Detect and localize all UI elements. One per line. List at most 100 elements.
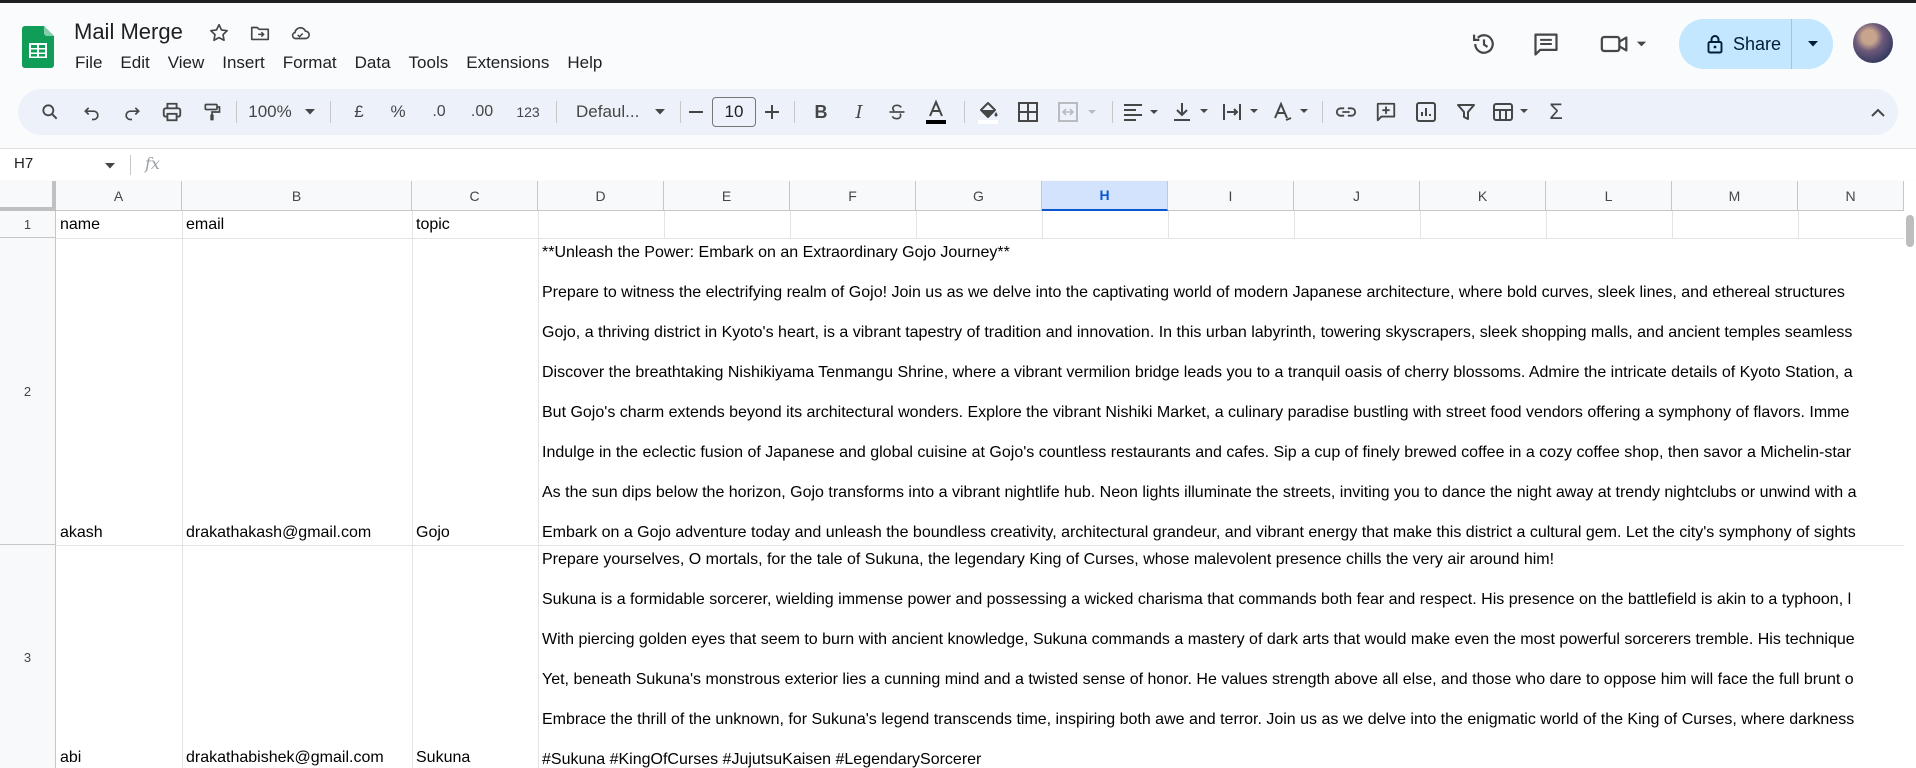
cell-c2[interactable]: Gojo [416, 524, 450, 542]
column-header-d[interactable]: D [538, 181, 664, 211]
bold-icon[interactable]: B [804, 89, 838, 135]
undo-icon[interactable] [74, 89, 110, 135]
increase-decimal-label: .00 [470, 103, 494, 120]
spreadsheet-grid[interactable]: A B C D E F G H I J K L M N 1 2 3 name e… [0, 181, 1916, 768]
more-formats-button[interactable]: 123 [508, 89, 548, 135]
cell-d3-line: Prepare yourselves, O mortals, for the t… [542, 551, 1555, 568]
vertical-scrollbar[interactable] [1906, 215, 1914, 247]
menu-help[interactable]: Help [558, 52, 611, 74]
horizontal-align-icon[interactable] [1118, 89, 1166, 135]
cell-d2-line: **Unleash the Power: Embark on an Extrao… [542, 244, 1010, 261]
row-header-2[interactable]: 2 [0, 238, 56, 545]
hide-menus-chevron-up-icon[interactable] [1860, 89, 1896, 135]
cell-a3[interactable]: abi [60, 749, 81, 767]
borders-icon[interactable] [1010, 89, 1046, 135]
move-folder-icon[interactable] [248, 21, 272, 45]
vertical-align-icon[interactable] [1168, 89, 1216, 135]
select-all-corner[interactable] [0, 181, 56, 211]
menu-file[interactable]: File [66, 52, 111, 74]
fill-color-icon[interactable] [970, 89, 1006, 135]
cloud-saved-icon[interactable] [288, 21, 312, 45]
filter-icon[interactable] [1448, 89, 1484, 135]
text-rotation-icon[interactable] [1268, 89, 1316, 135]
lock-icon [1707, 35, 1723, 54]
menu-extensions[interactable]: Extensions [457, 52, 558, 74]
decrease-decimal-button[interactable]: .0 [422, 89, 456, 135]
zoom-select[interactable]: 100% [240, 89, 300, 135]
app-header: Mail Merge File Edit View Insert Format … [0, 3, 1916, 85]
search-menus-icon[interactable] [32, 89, 68, 135]
column-header-f[interactable]: F [790, 181, 916, 211]
column-header-h[interactable]: H [1042, 181, 1168, 211]
column-header-i[interactable]: I [1168, 181, 1294, 211]
row-header-1[interactable]: 1 [0, 211, 56, 238]
cell-a2[interactable]: akash [60, 524, 103, 542]
menu-tools[interactable]: Tools [400, 52, 458, 74]
star-icon[interactable] [207, 21, 231, 45]
insert-link-icon[interactable] [1328, 89, 1364, 135]
menu-insert[interactable]: Insert [213, 52, 274, 74]
menu-format[interactable]: Format [274, 52, 346, 74]
column-header-g[interactable]: G [916, 181, 1042, 211]
functions-icon[interactable]: Σ [1538, 89, 1574, 135]
text-color-icon[interactable] [918, 89, 954, 135]
cell-c3[interactable]: Sukuna [416, 749, 470, 767]
column-header-n[interactable]: N [1798, 181, 1904, 211]
column-header-e[interactable]: E [664, 181, 790, 211]
column-header-c[interactable]: C [412, 181, 538, 211]
decrease-decimal-label: .0 [432, 103, 446, 120]
column-header-m[interactable]: M [1672, 181, 1798, 211]
cell-d3[interactable]: Prepare yourselves, O mortals, for the t… [538, 550, 1904, 768]
menu-edit[interactable]: Edit [111, 52, 158, 74]
column-header-a[interactable]: A [56, 181, 182, 211]
increase-font-size-icon[interactable] [760, 89, 784, 135]
avatar[interactable] [1853, 23, 1893, 63]
share-label: Share [1733, 33, 1782, 54]
paint-format-icon[interactable] [194, 89, 230, 135]
name-box[interactable]: H7 [14, 155, 33, 172]
cell-b3[interactable]: drakathabishek@gmail.com [186, 749, 384, 767]
menu-view[interactable]: View [159, 52, 214, 74]
sheets-logo-icon[interactable] [22, 26, 54, 68]
meet-video-icon[interactable] [1596, 26, 1652, 62]
italic-icon[interactable]: I [842, 89, 876, 135]
font-size-input[interactable]: 10 [712, 97, 756, 127]
merge-cells-icon[interactable] [1054, 89, 1106, 135]
strikethrough-icon[interactable] [880, 89, 914, 135]
cell-d2[interactable]: **Unleash the Power: Embark on an Extrao… [538, 243, 1904, 543]
share-main-button[interactable]: Share [1679, 19, 1792, 69]
format-percent-button[interactable]: % [383, 89, 413, 135]
text-wrapping-icon[interactable] [1218, 89, 1266, 135]
column-header-b[interactable]: B [182, 181, 412, 211]
formula-bar: H7 fx [0, 148, 1916, 180]
version-history-icon[interactable] [1466, 26, 1502, 62]
font-chevron-down-icon[interactable] [650, 89, 670, 135]
document-title[interactable]: Mail Merge [74, 19, 183, 45]
cell-d3-line: Yet, beneath Sukuna's monstrous exterior… [542, 671, 1854, 688]
cell-b1[interactable]: email [186, 216, 224, 234]
name-box-chevron-down-icon[interactable] [104, 157, 116, 175]
insert-chart-icon[interactable] [1408, 89, 1444, 135]
share-dropdown-button[interactable] [1792, 40, 1833, 48]
decrease-font-size-icon[interactable] [684, 89, 708, 135]
redo-icon[interactable] [114, 89, 150, 135]
column-header-k[interactable]: K [1420, 181, 1546, 211]
filter-views-icon[interactable] [1488, 89, 1536, 135]
column-header-l[interactable]: L [1546, 181, 1672, 211]
format-currency-button[interactable]: £ [344, 89, 374, 135]
comments-icon[interactable] [1528, 26, 1564, 62]
zoom-chevron-down-icon[interactable] [300, 89, 320, 135]
chevron-down-icon [1807, 41, 1818, 47]
increase-decimal-button[interactable]: .00 [462, 89, 502, 135]
print-icon[interactable] [154, 89, 190, 135]
menu-bar: File Edit View Insert Format Data Tools … [66, 52, 611, 74]
share-button[interactable]: Share [1679, 19, 1833, 69]
menu-data[interactable]: Data [346, 52, 400, 74]
column-header-j[interactable]: J [1294, 181, 1420, 211]
cell-d3-line: Embrace the thrill of the unknown, for S… [542, 711, 1855, 728]
cell-a1[interactable]: name [60, 216, 100, 234]
insert-comment-icon[interactable] [1368, 89, 1404, 135]
cell-c1[interactable]: topic [416, 216, 450, 234]
row-header-3[interactable]: 3 [0, 545, 56, 768]
cell-b2[interactable]: drakathakash@gmail.com [186, 524, 371, 542]
